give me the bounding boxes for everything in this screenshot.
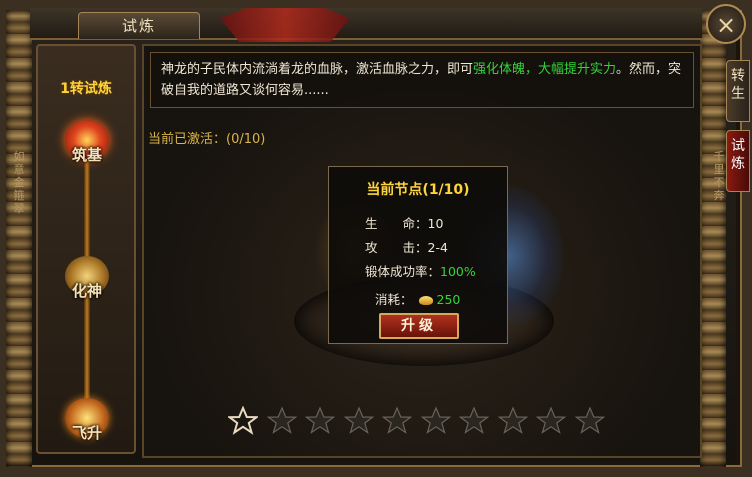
star-icon xyxy=(497,406,528,436)
tab-char: 试 xyxy=(731,138,745,154)
right-dragon-ornament xyxy=(700,10,726,467)
star-progress xyxy=(228,406,608,436)
trial-main-panel: 神龙的子民体内流淌着龙的血脉，激活血脉之力，即可强化体魄，大幅提升实力。然而，突… xyxy=(142,44,702,458)
popup-title: 当前节点(1/10) xyxy=(366,182,470,198)
cost-row: 消耗： 250 xyxy=(375,289,460,308)
node-feisheng[interactable]: 飞升 xyxy=(61,396,113,448)
node-zhuji[interactable]: 筑基 xyxy=(61,118,113,170)
description-text: 神龙的子民体内流淌着龙的血脉，激活血脉之力，即可 xyxy=(161,62,474,77)
node-label: 化神 xyxy=(71,282,102,300)
star-icon xyxy=(459,406,489,436)
window-title: 试炼 xyxy=(78,12,200,39)
left-dragon-ornament xyxy=(6,10,32,467)
stat-key: 锻体成功率： xyxy=(365,264,441,279)
sidebar-title: 1转试炼 xyxy=(60,81,112,97)
cost-label: 消耗： xyxy=(375,292,413,307)
activated-count: 当前已激活：(0/10) xyxy=(148,132,266,147)
tab-rebirth[interactable]: 转 生 xyxy=(726,60,750,122)
stat-value: 100% xyxy=(440,264,476,279)
tab-trial[interactable]: 试 炼 xyxy=(726,130,750,192)
node-label: 飞升 xyxy=(71,424,102,442)
trial-window: 试炼 × 如意金箍翠 千里不奔 1转试炼 筑基 化神 飞升 转 生 试 炼 神龙… xyxy=(0,0,752,477)
stat-row-success-rate: 锻体成功率：100% xyxy=(365,261,476,280)
tab-char: 转 xyxy=(731,68,745,84)
tab-char: 生 xyxy=(731,86,745,102)
right-side-text: 千里不奔 xyxy=(713,150,725,202)
stat-value: 2-4 xyxy=(427,240,448,255)
star-icon xyxy=(343,406,374,436)
close-icon[interactable]: × xyxy=(706,4,746,44)
star-icon xyxy=(420,406,451,436)
stat-row-attack: 攻 击：2-4 xyxy=(365,237,448,256)
stat-key: 攻 击： xyxy=(365,240,428,255)
tab-char: 炼 xyxy=(731,156,745,172)
node-label: 筑基 xyxy=(71,146,102,164)
stat-key: 生 命： xyxy=(365,216,428,231)
description-highlight: 强化体魄，大幅提升实力 xyxy=(473,62,617,77)
stat-value: 10 xyxy=(427,216,444,231)
stat-row-hp: 生 命：10 xyxy=(365,213,443,232)
left-side-text: 如意金箍翠 xyxy=(13,150,25,215)
node-info-popup: 当前节点(1/10) 生 命：10 攻 击：2-4 锻体成功率：100% 消耗：… xyxy=(328,166,508,344)
star-icon xyxy=(266,406,297,436)
title-bar: 试炼 xyxy=(30,8,702,42)
star-icon xyxy=(536,406,566,436)
description-box: 神龙的子民体内流淌着龙的血脉，激活血脉之力，即可强化体魄，大幅提升实力。然而，突… xyxy=(150,52,694,108)
upgrade-button[interactable]: 升级 xyxy=(379,313,459,339)
cost-value: 250 xyxy=(436,292,461,307)
star-icon xyxy=(382,406,412,436)
title-ornament xyxy=(220,8,350,42)
star-icon xyxy=(228,406,258,436)
gold-coin-icon xyxy=(418,296,433,305)
trial-sidebar: 1转试炼 筑基 化神 飞升 xyxy=(36,44,136,454)
star-icon xyxy=(305,406,335,436)
node-huashen[interactable]: 化神 xyxy=(61,254,113,306)
star-icon xyxy=(574,406,605,436)
